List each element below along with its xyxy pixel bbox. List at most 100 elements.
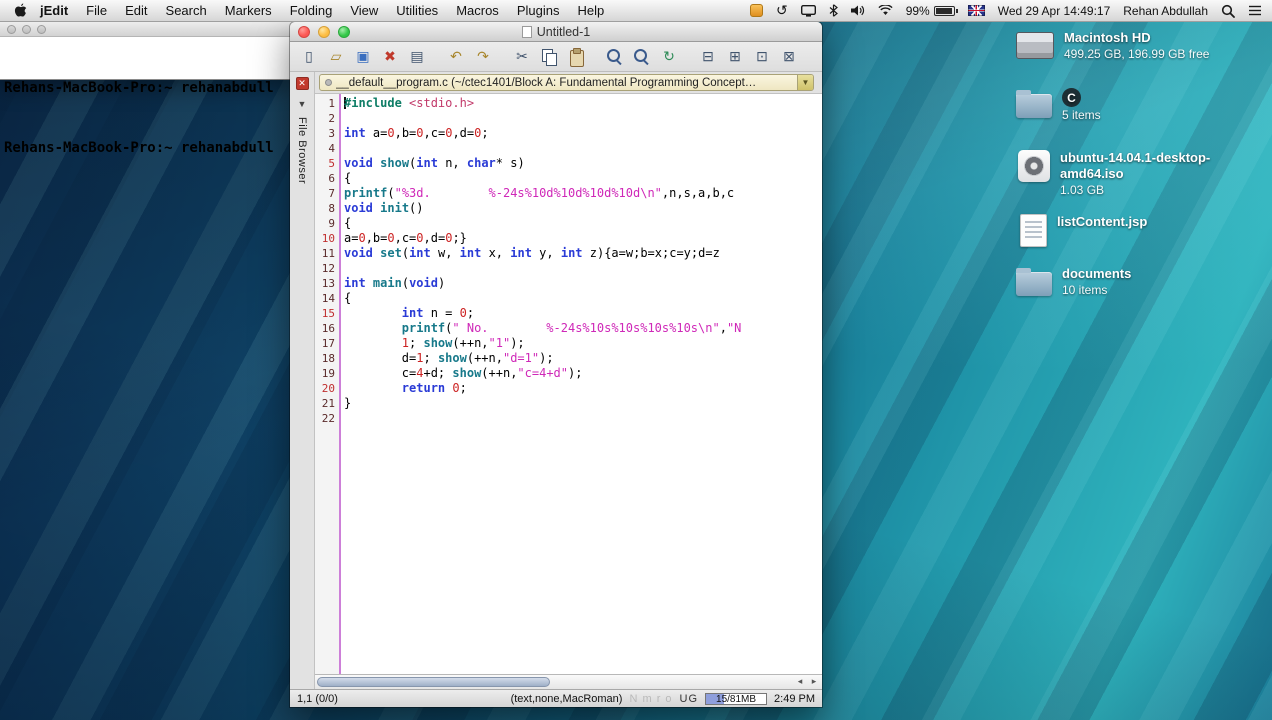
traffic-lights (298, 26, 350, 38)
buffer-switcher-bar: __default__program.c (~/ctec1401/Block A… (315, 72, 822, 94)
memory-gauge[interactable]: 15/81MB (705, 692, 768, 705)
code-line: d=1; show(++n,"d=1"); (401, 351, 554, 365)
notification-center-icon[interactable] (1248, 5, 1262, 16)
terminal-title-bar[interactable] (0, 22, 293, 37)
find-button[interactable] (603, 45, 627, 69)
jedit-window: Untitled-1 ▯ ▱ ▣ ✖ ▤ ↶ ↷ ✂ ↻ ⊟ ⊞ ⊡ ⊠ ✕ ▼… (290, 22, 822, 707)
terminal-output: Rehans-MacBook-Pro:~ rehanabdull Rehans-… (0, 37, 293, 199)
dock-close-button[interactable]: ✕ (295, 77, 309, 90)
desktop-icon-c-folder[interactable]: C 5 items (1016, 88, 1101, 124)
input-language-flag-icon[interactable] (967, 5, 985, 16)
paste-button[interactable] (564, 45, 588, 69)
desktop-icon-macintosh-hd[interactable]: Macintosh HD 499.25 GB, 196.99 GB free (1016, 30, 1209, 63)
desktop-screen: jEdit File Edit Search Markers Folding V… (0, 0, 1272, 720)
menu-plugins[interactable]: Plugins (508, 0, 569, 22)
print-button[interactable]: ▤ (405, 45, 429, 69)
code-line: 1; show(++n,"1"); (401, 336, 525, 350)
desktop-icon-ubuntu-iso[interactable]: ubuntu-14.04.1-desktop-amd64.iso 1.03 GB (1018, 150, 1230, 199)
reload-button[interactable]: ↻ (657, 45, 681, 69)
split-vertical-button[interactable]: ⊞ (723, 45, 747, 69)
terminal-zoom-button[interactable] (37, 24, 46, 34)
desktop-icon-documents[interactable]: documents 10 items (1016, 266, 1131, 299)
menu-macros[interactable]: Macros (447, 0, 508, 22)
close-buffer-button[interactable]: ✖ (378, 45, 402, 69)
menu-jedit[interactable]: jEdit (31, 0, 77, 22)
line-number: 3 (328, 127, 335, 140)
menu-items: jEdit File Edit Search Markers Folding V… (31, 0, 613, 22)
battery-indicator[interactable]: 99% (906, 4, 958, 18)
cut-button[interactable]: ✂ (510, 45, 534, 69)
new-view-button[interactable]: ⊠ (777, 45, 801, 69)
horizontal-scrollbar[interactable]: ◂ ▸ (315, 674, 822, 689)
scrollbar-thumb[interactable] (317, 677, 551, 687)
menu-bar-clock[interactable]: Wed 29 Apr 14:49:17 (998, 4, 1111, 18)
line-number: 5 (328, 157, 335, 170)
bluetooth-icon[interactable] (829, 4, 838, 17)
file-browser-dock-tab[interactable]: File Browser (296, 117, 308, 184)
menu-search[interactable]: Search (157, 0, 216, 22)
fast-user-switching-name[interactable]: Rehan Abdullah (1123, 4, 1208, 18)
code-line: void set(int w, int x, int y, int z){a=w… (344, 246, 720, 260)
line-number: 16 (321, 322, 335, 335)
copy-button[interactable] (537, 45, 561, 69)
display-icon[interactable] (800, 4, 816, 17)
status-clock: 2:49 PM (774, 692, 815, 705)
volume-icon[interactable] (850, 5, 865, 16)
icon-title: documents (1062, 266, 1132, 281)
scroll-right-arrow-icon[interactable]: ▸ (808, 676, 820, 687)
terminal-close-button[interactable] (7, 24, 16, 34)
line-number: 17 (321, 337, 335, 350)
minimize-window-button[interactable] (318, 26, 330, 38)
wifi-icon[interactable] (878, 5, 893, 16)
gutter[interactable]: 1 2 3 4 5 6 7 8 9 10 11 12 13 14 15 16 17 18 19 20 21 22 (315, 94, 341, 674)
spotlight-icon[interactable] (1221, 4, 1235, 18)
unsplit-button[interactable]: ⊡ (750, 45, 774, 69)
line-number: 4 (328, 142, 335, 155)
menu-folding[interactable]: Folding (281, 0, 342, 22)
time-machine-icon[interactable]: ↺ (776, 3, 788, 17)
desktop-icon-listcontent-jsp[interactable]: listContent.jsp (1020, 214, 1147, 247)
terminal-window[interactable]: Rehans-MacBook-Pro:~ rehanabdull Rehans-… (0, 22, 294, 156)
menu-markers[interactable]: Markers (216, 0, 281, 22)
code-area[interactable]: #include <stdio.h> int a=0,b=0,c=0,d=0; vo… (341, 94, 822, 674)
status-flags: UG (679, 692, 699, 705)
line-number: 1 (328, 97, 335, 110)
line-number: 6 (328, 172, 335, 185)
code-line: a=0,b=0,c=0,d=0;} (344, 231, 467, 245)
apple-menu-icon[interactable] (14, 3, 27, 18)
status-flags-dim: N m r o (629, 692, 673, 705)
menu-utilities[interactable]: Utilities (387, 0, 447, 22)
menu-edit[interactable]: Edit (116, 0, 156, 22)
line-number: 19 (321, 367, 335, 380)
caret-position[interactable]: 1,1 (0/0) (297, 693, 338, 705)
line-number: 12 (321, 262, 335, 275)
redo-button[interactable]: ↷ (471, 45, 495, 69)
combo-dropdown-arrow-icon[interactable]: ▼ (797, 75, 813, 90)
line-number: 18 (321, 352, 335, 365)
undo-button[interactable]: ↶ (444, 45, 468, 69)
scroll-left-arrow-icon[interactable]: ◂ (794, 676, 806, 687)
menu-view[interactable]: View (341, 0, 387, 22)
close-window-button[interactable] (298, 26, 310, 38)
buffer-switcher-combo[interactable]: __default__program.c (~/ctec1401/Block A… (319, 74, 814, 91)
open-file-button[interactable]: ▱ (324, 45, 348, 69)
window-title-bar[interactable]: Untitled-1 (290, 22, 822, 42)
menu-file[interactable]: File (77, 0, 116, 22)
terminal-minimize-button[interactable] (22, 24, 31, 34)
line-number: 7 (328, 187, 335, 200)
menu-help[interactable]: Help (568, 0, 613, 22)
split-horizontal-button[interactable]: ⊟ (696, 45, 720, 69)
zoom-window-button[interactable] (338, 26, 350, 38)
find-next-button[interactable] (630, 45, 654, 69)
terminal-prompt-line: Rehans-MacBook-Pro:~ rehanabdull (4, 140, 274, 156)
buffer-mode-info[interactable]: (text,none,MacRoman) (511, 693, 623, 705)
dock-menu-arrow-icon[interactable]: ▼ (298, 99, 307, 109)
new-file-button[interactable]: ▯ (297, 45, 321, 69)
icon-title: listContent.jsp (1057, 214, 1148, 229)
terminal-prompt-line: Rehans-MacBook-Pro:~ rehanabdull (4, 80, 274, 96)
jedit-status-icon[interactable] (749, 4, 763, 17)
save-file-button[interactable]: ▣ (351, 45, 375, 69)
line-number: 21 (321, 397, 335, 410)
